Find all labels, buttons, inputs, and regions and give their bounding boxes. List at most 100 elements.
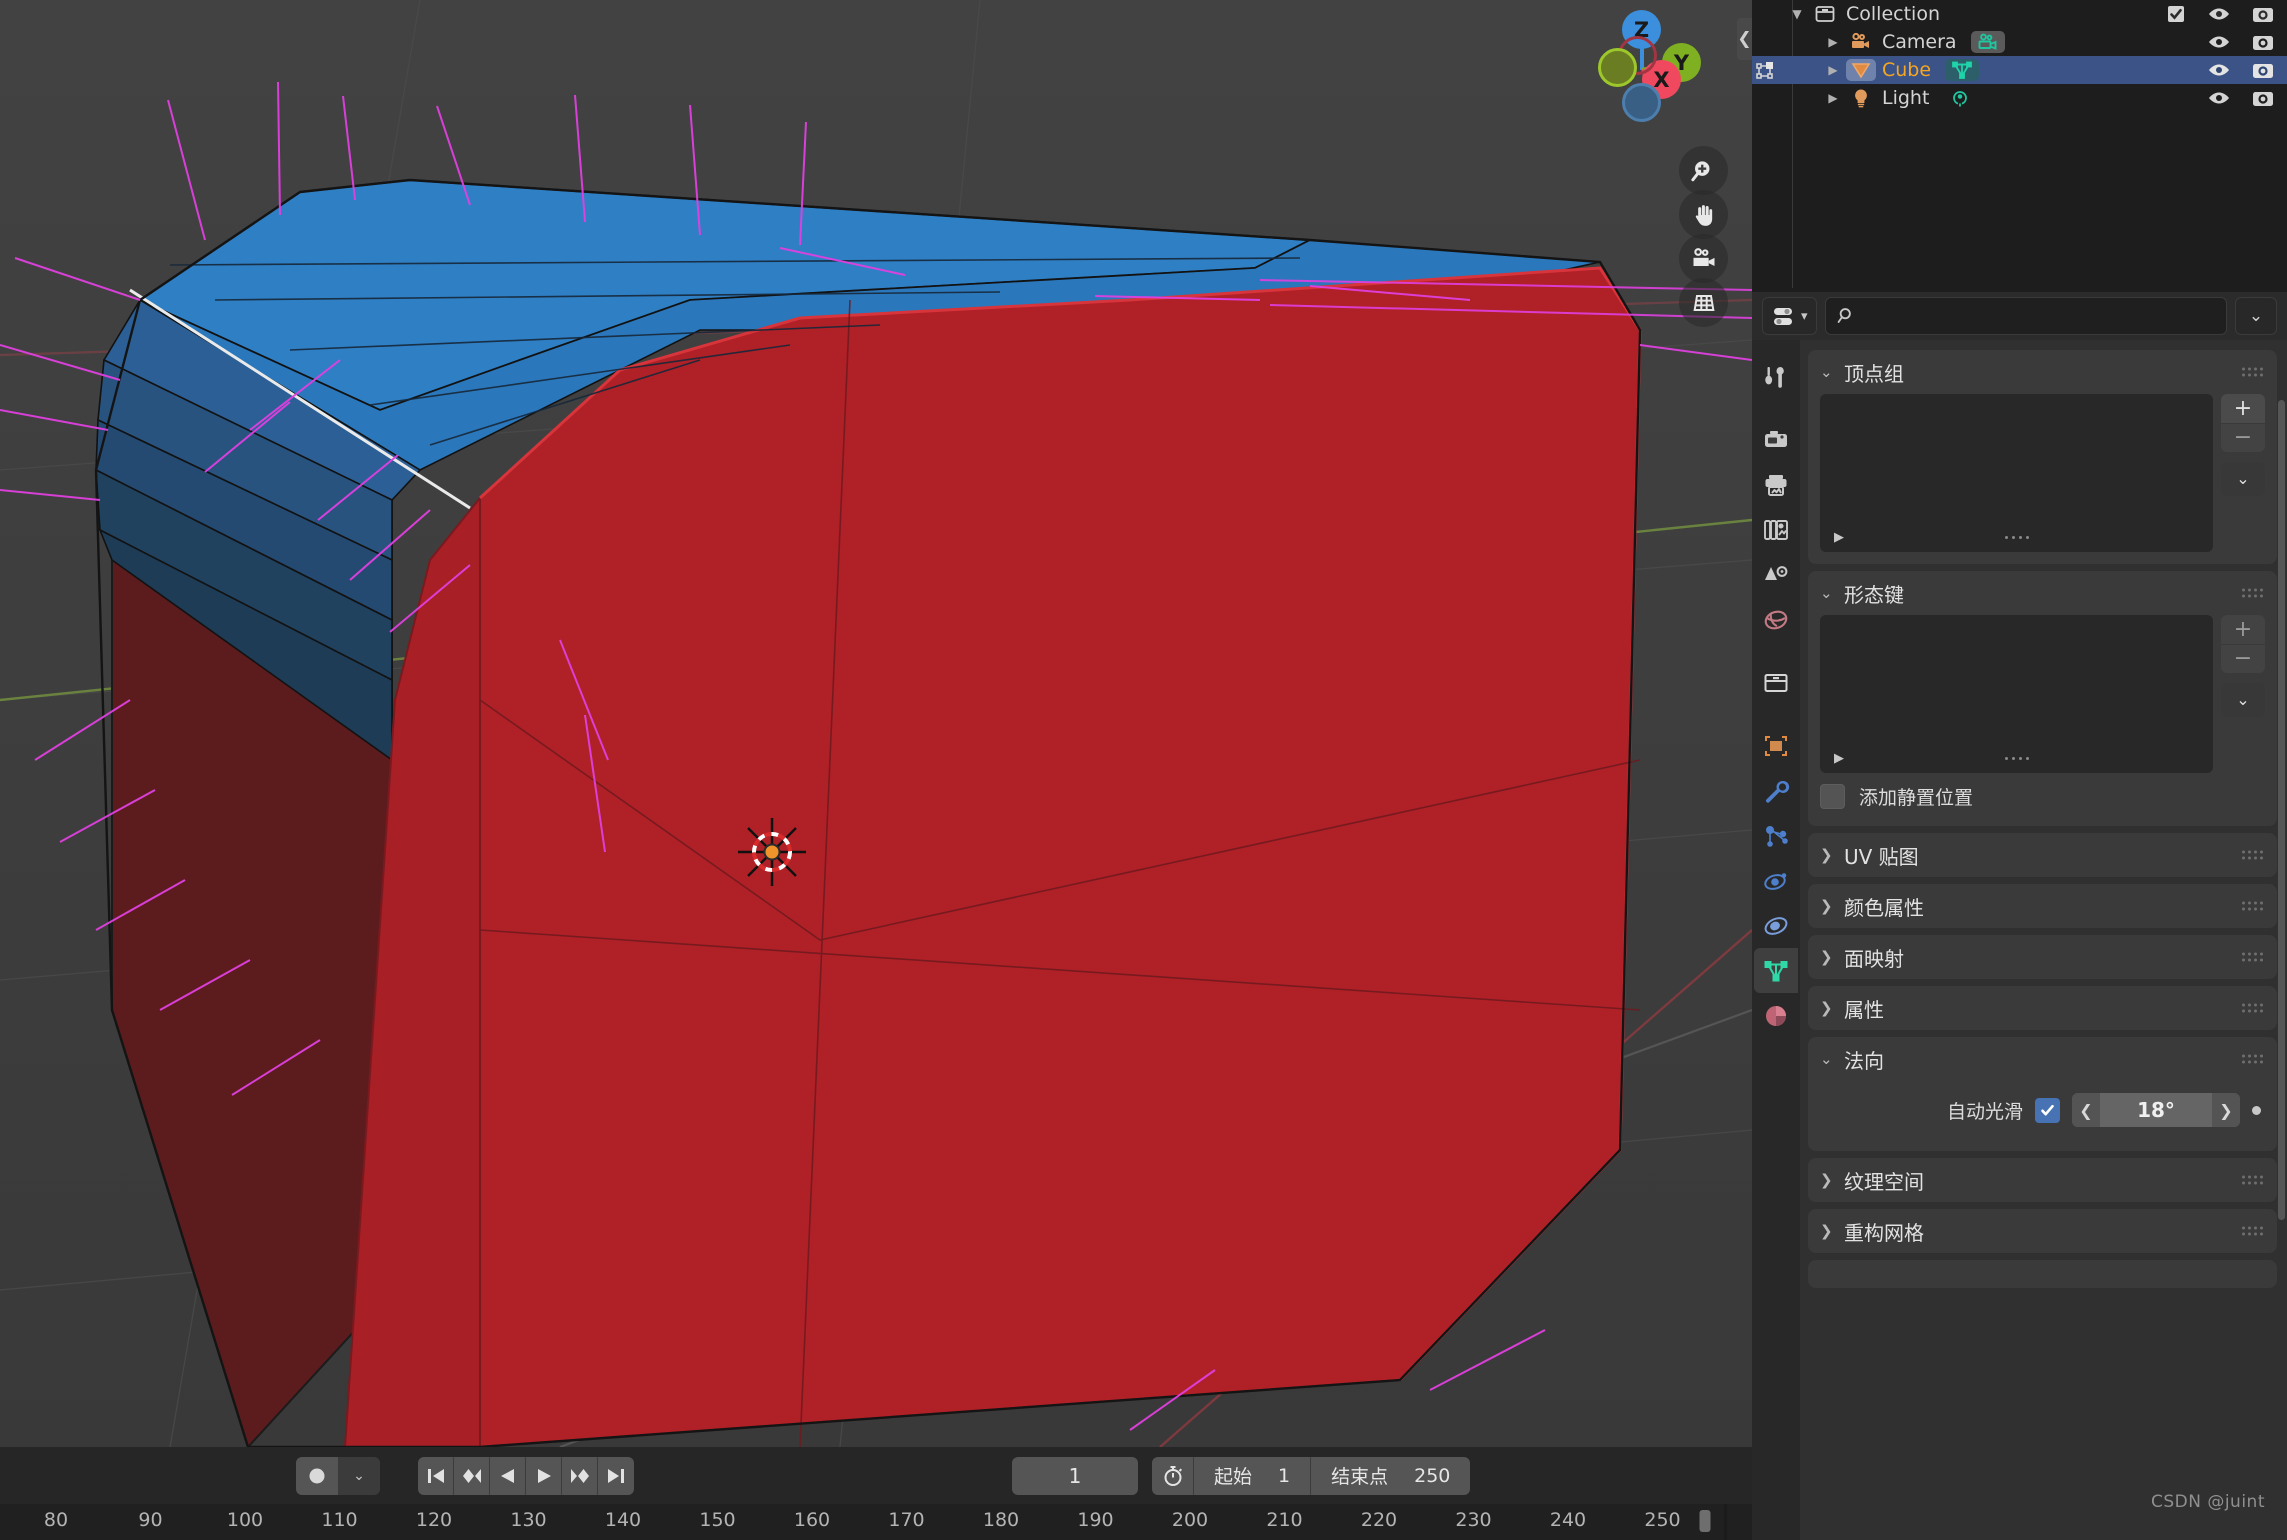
list-resize-grip[interactable] [2004, 756, 2029, 760]
tab-constraints[interactable] [1754, 903, 1798, 948]
gizmo-axis-neg-y[interactable] [1598, 48, 1637, 87]
light-disclosure-icon[interactable]: ▶ [1820, 91, 1846, 105]
panel-grip[interactable] [2242, 850, 2263, 860]
cube-toggles[interactable] [2207, 59, 2275, 81]
panel-normals-header[interactable]: ⌄ 法向 [1808, 1037, 2277, 1081]
viewport-sidebar-toggle[interactable]: ❮ [1737, 18, 1752, 60]
tab-particles[interactable] [1754, 813, 1798, 858]
zoom-icon[interactable] [1679, 146, 1728, 195]
play-reverse-button[interactable] [490, 1456, 526, 1495]
panel-shape-keys[interactable]: ⌄ 形态键 ▶ + − ⌄ 添加静置位置 [1808, 571, 2277, 826]
chevron-right-icon[interactable]: ❯ [2212, 1093, 2240, 1127]
3d-viewport[interactable]: Z Y X ❮ [0, 0, 1752, 1447]
shape-key-list-footer[interactable]: ▶ [1820, 743, 2213, 773]
mesh-data-icon[interactable] [1945, 59, 1980, 81]
collection-disclosure-icon[interactable]: ▼ [1784, 7, 1810, 21]
stopwatch-icon[interactable] [1152, 1456, 1194, 1495]
panel-next-partial[interactable] [1808, 1260, 2277, 1288]
next-keyframe-button[interactable] [562, 1456, 598, 1495]
panel-grip[interactable] [2242, 901, 2263, 911]
panel-texture-space[interactable]: ❯ 纹理空间 [1808, 1158, 2277, 1202]
panel-grip[interactable] [2242, 367, 2263, 377]
timeline-ruler[interactable]: 80 90 100 110 120 130 140 150 160 170 180 190 200 210… [0, 1504, 1752, 1540]
panel-remesh-header[interactable]: ❯ 重构网格 [1808, 1209, 2277, 1253]
playback-controls[interactable] [418, 1456, 634, 1495]
tab-modifiers[interactable] [1754, 768, 1798, 813]
prev-keyframe-button[interactable] [454, 1456, 490, 1495]
auto-keying-group[interactable]: ⌄ [296, 1456, 380, 1495]
tab-object-data[interactable] [1754, 948, 1798, 993]
timeline-editor[interactable]: ⌄ 1 起始 1 结束点 250 80 90 100 110 120 130 1… [0, 1447, 1752, 1540]
add-shape-key-button[interactable]: + [2221, 615, 2265, 644]
animate-property-dot[interactable] [2252, 1105, 2261, 1115]
light-toggles[interactable] [2207, 87, 2275, 109]
timeline-header[interactable]: ⌄ 1 起始 1 结束点 250 [0, 1447, 1752, 1504]
frame-range-group[interactable]: 起始 1 结束点 250 [1152, 1456, 1471, 1495]
tab-physics[interactable] [1754, 858, 1798, 903]
panel-shape-keys-header[interactable]: ⌄ 形态键 [1808, 571, 2277, 615]
panel-grip[interactable] [2242, 588, 2263, 598]
remove-shape-key-button[interactable]: − [2221, 644, 2265, 673]
outliner-row-collection[interactable]: ▼ Collection [1752, 0, 2287, 28]
properties-options-button[interactable]: ⌄ [2235, 297, 2277, 335]
camera-render-icon[interactable] [2251, 87, 2275, 109]
search-input[interactable] [1863, 306, 2216, 326]
expand-filter-icon[interactable]: ▶ [1834, 751, 1844, 766]
gizmo-axis-neg-z[interactable] [1622, 83, 1661, 122]
frame-start-field[interactable]: 起始 1 [1194, 1456, 1312, 1495]
tab-view-layer[interactable] [1754, 507, 1798, 552]
playhead[interactable] [1723, 1504, 1727, 1540]
camera-toggles[interactable] [2207, 31, 2275, 53]
navigation-gizmo[interactable]: Z Y X [1580, 8, 1701, 128]
panel-face-maps-header[interactable]: ❯ 面映射 [1808, 935, 2277, 979]
vertex-group-list[interactable]: ▶ [1820, 394, 2213, 552]
vertex-group-specials-button[interactable]: ⌄ [2221, 462, 2265, 496]
panel-attributes[interactable]: ❯ 属性 [1808, 986, 2277, 1030]
playhead-knob[interactable] [1699, 1510, 1711, 1532]
shape-key-specials-button[interactable]: ⌄ [2221, 683, 2265, 717]
tab-collection[interactable] [1754, 660, 1798, 705]
auto-smooth-angle-value[interactable]: 18° [2100, 1098, 2212, 1122]
outliner[interactable]: ▼ Collection ▶ Camera ▶ Cube ▶ Light [1752, 0, 2287, 288]
pan-hand-icon[interactable] [1679, 190, 1728, 239]
add-rest-position-checkbox[interactable] [1820, 784, 1845, 809]
eye-icon[interactable] [2207, 87, 2231, 109]
camera-render-icon[interactable] [2251, 3, 2275, 25]
outliner-row-camera[interactable]: ▶ Camera [1752, 28, 2287, 56]
panel-grip[interactable] [2242, 1226, 2263, 1236]
vertex-group-list-footer[interactable]: ▶ [1820, 522, 2213, 552]
cube-disclosure-icon[interactable]: ▶ [1820, 63, 1846, 77]
auto-smooth-row[interactable]: 自动光滑 ❮ 18° ❯ [1820, 1081, 2265, 1139]
tab-output[interactable] [1754, 462, 1798, 507]
eye-icon[interactable] [2207, 59, 2231, 81]
panel-grip[interactable] [2242, 1003, 2263, 1013]
properties-editor[interactable]: ▾ ⌄ ⌄ 顶点组 ▶ + − ⌄ ⌄ 形态键 ▶ + − ⌄ 添加静置位置 ❯… [1752, 292, 2287, 1540]
properties-scrollbar[interactable] [2278, 400, 2285, 1220]
panel-color-attributes[interactable]: ❯ 颜色属性 [1808, 884, 2277, 928]
jump-to-end-button[interactable] [598, 1456, 634, 1495]
tab-render[interactable] [1754, 417, 1798, 462]
light-data-icon[interactable] [1943, 87, 1977, 109]
panel-grip[interactable] [2242, 952, 2263, 962]
panel-grip[interactable] [2242, 1175, 2263, 1185]
panel-face-maps[interactable]: ❯ 面映射 [1808, 935, 2277, 979]
restrict-select-icon[interactable] [1754, 60, 1780, 82]
list-resize-grip[interactable] [2004, 535, 2029, 539]
tab-tool[interactable] [1754, 354, 1798, 399]
panel-normals[interactable]: ⌄ 法向 自动光滑 ❮ 18° ❯ [1808, 1037, 2277, 1151]
record-icon[interactable] [296, 1456, 338, 1495]
checkbox-icon[interactable] [2165, 3, 2187, 25]
properties-tab-column[interactable] [1752, 340, 1800, 1540]
camera-disclosure-icon[interactable]: ▶ [1820, 35, 1846, 49]
properties-search-field[interactable] [1824, 297, 2227, 335]
camera-view-icon[interactable] [1679, 234, 1728, 283]
shape-key-list[interactable]: ▶ [1820, 615, 2213, 773]
panel-texture-space-header[interactable]: ❯ 纹理空间 [1808, 1158, 2277, 1202]
remove-vertex-group-button[interactable]: − [2221, 423, 2265, 452]
panel-grip[interactable] [2242, 1054, 2263, 1064]
tab-object[interactable] [1754, 723, 1798, 768]
outliner-row-light[interactable]: ▶ Light [1752, 84, 2287, 112]
panel-attributes-header[interactable]: ❯ 属性 [1808, 986, 2277, 1030]
editor-type-button[interactable]: ▾ [1762, 297, 1817, 335]
camera-data-icon[interactable] [1970, 31, 2005, 53]
